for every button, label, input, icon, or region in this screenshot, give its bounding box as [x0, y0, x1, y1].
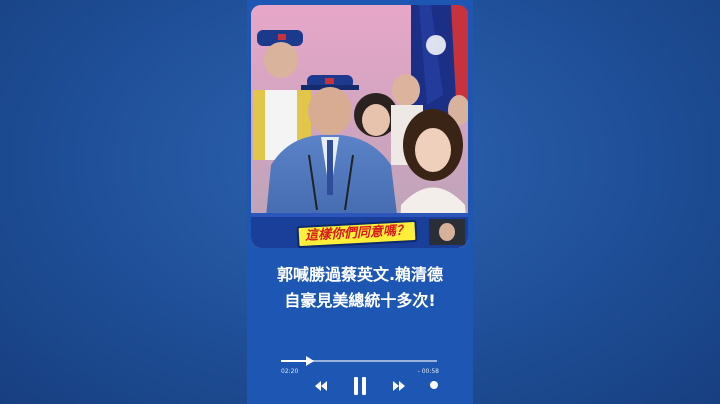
- pause-button[interactable]: [353, 377, 367, 395]
- playback-controls: [247, 374, 473, 398]
- progress-bar[interactable]: [281, 356, 437, 366]
- video-frame[interactable]: 這樣你們同意嗎？: [251, 5, 468, 248]
- headline-line-2: 自豪見美總統十多次!: [284, 291, 436, 310]
- pause-icon: [354, 377, 366, 395]
- video-headline: 郭喊勝過蔡英文.賴清德 自豪見美總統十多次!: [247, 262, 473, 314]
- fast-forward-button[interactable]: [393, 381, 405, 391]
- video-still: [251, 5, 468, 248]
- volume-dot-icon: [430, 381, 438, 389]
- rewind-button[interactable]: [315, 381, 327, 391]
- video-player: 這樣你們同意嗎？ 郭喊勝過蔡英文.賴清德 自豪見美總統十多次! 02:20 - …: [247, 0, 473, 404]
- volume-button[interactable]: [429, 380, 439, 390]
- fast-forward-icon: [393, 381, 405, 391]
- headline-line-1: 郭喊勝過蔡英文.賴清德: [276, 265, 444, 284]
- progress-thumb[interactable]: [305, 356, 314, 366]
- progress-fill: [281, 360, 308, 362]
- rewind-icon: [315, 381, 327, 391]
